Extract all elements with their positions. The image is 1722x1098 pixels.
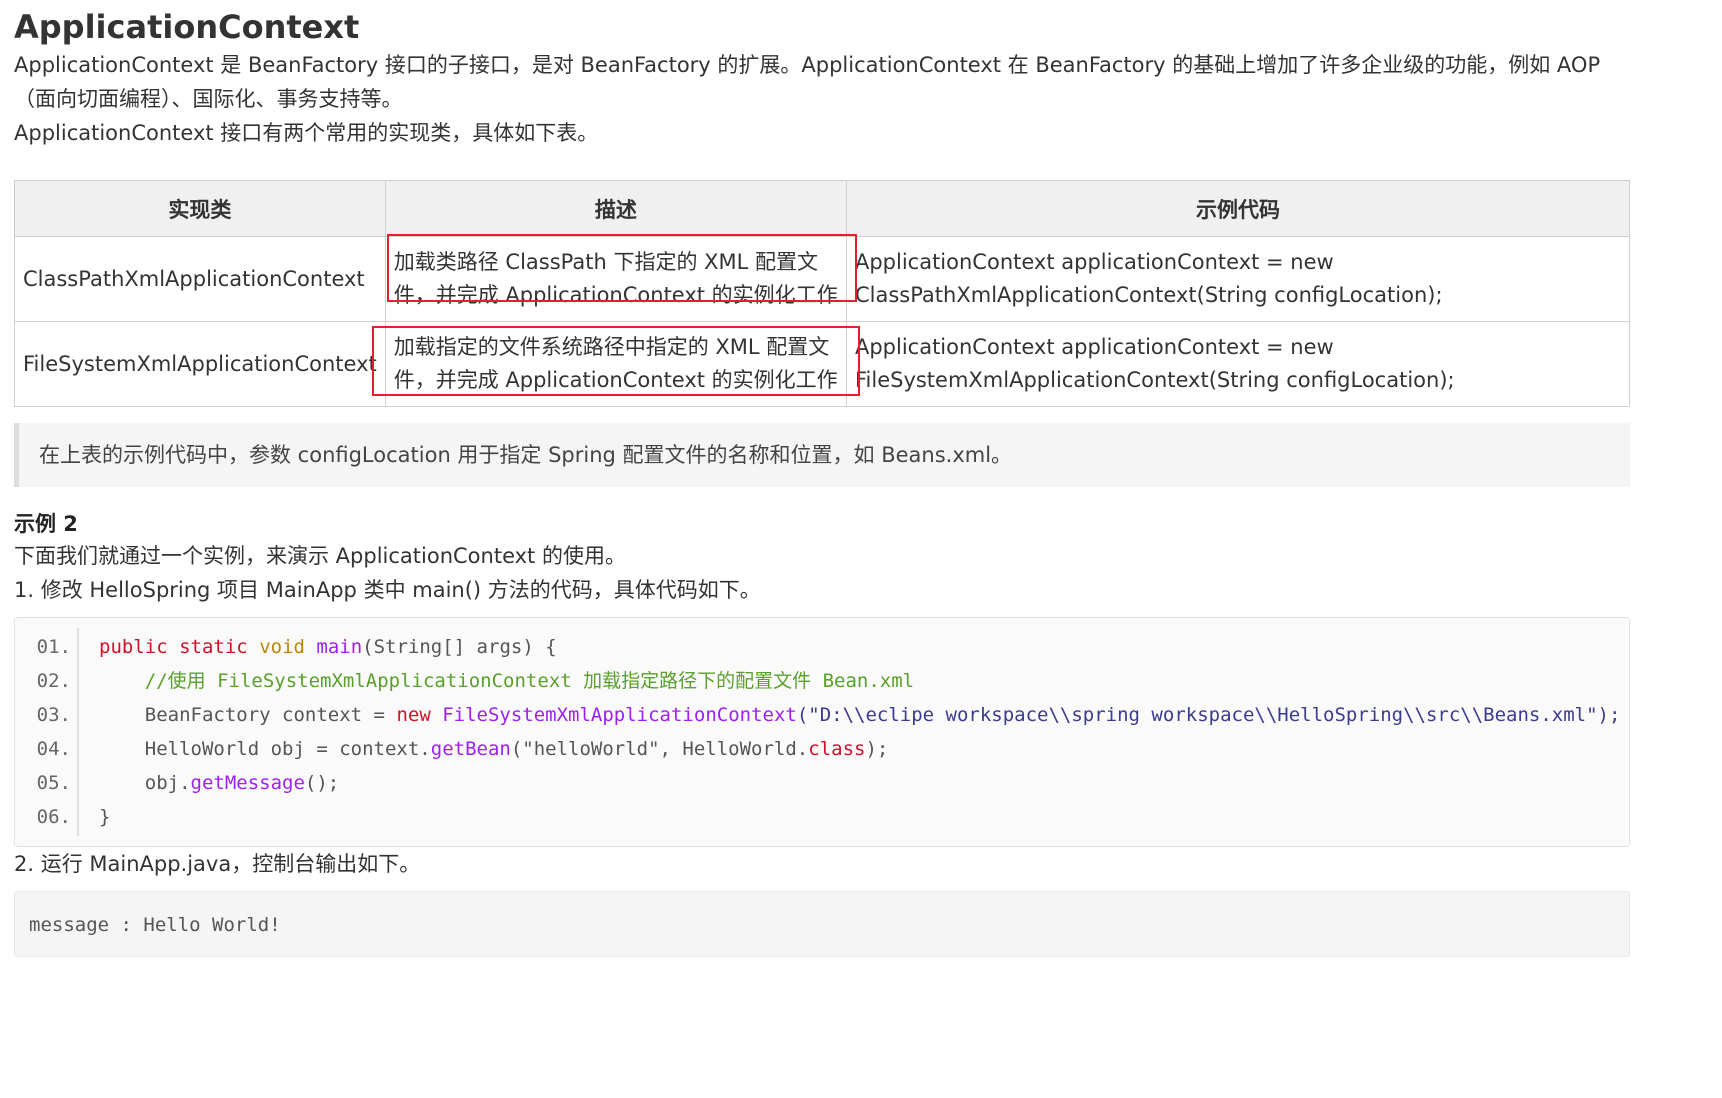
example-code-line: FileSystemXmlApplicationContext(String c… xyxy=(854,368,1455,392)
gutter-divider xyxy=(77,628,79,836)
class-name-cell: FileSystemXmlApplicationContext xyxy=(14,321,386,407)
code-text: HelloWorld obj = context. xyxy=(144,738,431,760)
example-code-line: ApplicationContext applicationContext = … xyxy=(854,250,1334,274)
keyword: new xyxy=(396,704,431,726)
code-text: (String[] args) { xyxy=(362,636,557,658)
line-number: 05. xyxy=(36,772,71,794)
function-name: FileSystemXmlApplicationContext xyxy=(442,704,797,726)
code-line: 06. } xyxy=(15,800,1629,834)
implementation-table: 实现类 描述 示例代码 ClassPathXmlApplicationConte… xyxy=(14,180,1631,407)
note-blockquote: 在上表的示例代码中，参数 configLocation 用于指定 Spring … xyxy=(14,423,1630,487)
code-line: 01. public static void main(String[] arg… xyxy=(15,630,1629,664)
code-text: ); xyxy=(865,738,889,760)
code-text: (); xyxy=(304,772,340,794)
keyword: static xyxy=(179,636,248,658)
step-2-text: 2. 运行 MainApp.java，控制台输出如下。 xyxy=(14,852,421,876)
page: ApplicationContext ApplicationContext 是 … xyxy=(0,0,1722,1098)
code-text: obj. xyxy=(144,772,191,794)
example-heading: 示例 2 xyxy=(14,512,78,536)
function-name: getBean xyxy=(430,738,511,760)
line-number: 04. xyxy=(36,738,71,760)
description-cell: 加载指定的文件系统路径中指定的 XML 配置文件，并完成 Application… xyxy=(371,321,860,407)
article-content: ApplicationContext ApplicationContext 是 … xyxy=(14,0,1631,957)
code-line: 03. BeanFactory context = new FileSystem… xyxy=(15,698,1629,732)
table-row: FileSystemXmlApplicationContext 加载指定的文件系… xyxy=(14,321,1631,407)
description-text: 加载类路径 ClassPath 下指定的 XML 配置文件，并完成 Applic… xyxy=(393,250,838,307)
console-output: message : Hello World! xyxy=(14,891,1630,957)
example-code-line: ApplicationContext applicationContext = … xyxy=(854,335,1334,359)
description-text: 加载指定的文件系统路径中指定的 XML 配置文件，并完成 Application… xyxy=(393,335,838,392)
table-header-cell: 描述 xyxy=(384,180,847,237)
code-text: } xyxy=(99,806,111,828)
function-name: main xyxy=(316,636,363,658)
description-cell: 加载类路径 ClassPath 下指定的 XML 配置文件，并完成 Applic… xyxy=(384,234,857,322)
code-string: ("D:\\eclipe workspace\\spring workspace… xyxy=(796,704,1621,726)
example-code-cell: ApplicationContext applicationContext = … xyxy=(845,321,1631,407)
table-header-cell: 实现类 xyxy=(14,180,386,237)
table-intro-paragraph: ApplicationContext 接口有两个常用的实现类，具体如下表。 xyxy=(14,121,599,145)
class-name-cell: ClassPathXmlApplicationContext xyxy=(14,236,386,322)
line-number: 06. xyxy=(36,806,71,828)
example-intro: 下面我们就通过一个实例，来演示 ApplicationContext 的使用。 xyxy=(14,544,626,568)
code-comment: //使用 FileSystemXmlApplicationContext 加载指… xyxy=(144,670,915,692)
code-line: 05. obj.getMessage(); xyxy=(15,766,1629,800)
code-block: 01. public static void main(String[] arg… xyxy=(14,617,1630,847)
keyword: void xyxy=(259,636,305,658)
line-number: 02. xyxy=(36,670,71,692)
step-1-text: 1. 修改 HelloSpring 项目 MainApp 类中 main() 方… xyxy=(14,578,761,602)
code-line: 04. HelloWorld obj = context.getBean("he… xyxy=(15,732,1629,766)
example-code-cell: ApplicationContext applicationContext = … xyxy=(845,236,1631,322)
table-row: ClassPathXmlApplicationContext 加载类路径 Cla… xyxy=(14,234,1631,322)
line-number: 03. xyxy=(36,704,71,726)
keyword: public xyxy=(99,636,168,658)
code-text: BeanFactory context = xyxy=(144,704,397,726)
table-header-row: 实现类 描述 示例代码 xyxy=(14,180,1631,237)
table-header-cell: 示例代码 xyxy=(845,180,1631,237)
keyword: class xyxy=(808,738,866,760)
example-code-line: ClassPathXmlApplicationContext(String co… xyxy=(854,283,1443,307)
page-title: ApplicationContext xyxy=(14,8,360,46)
function-name: getMessage xyxy=(190,772,305,794)
line-number: 01. xyxy=(36,636,71,658)
code-line: 02. //使用 FileSystemXmlApplicationContext… xyxy=(15,664,1629,698)
code-text: ("helloWorld", HelloWorld. xyxy=(510,738,809,760)
intro-paragraph: ApplicationContext 是 BeanFactory 接口的子接口，… xyxy=(14,53,1601,111)
